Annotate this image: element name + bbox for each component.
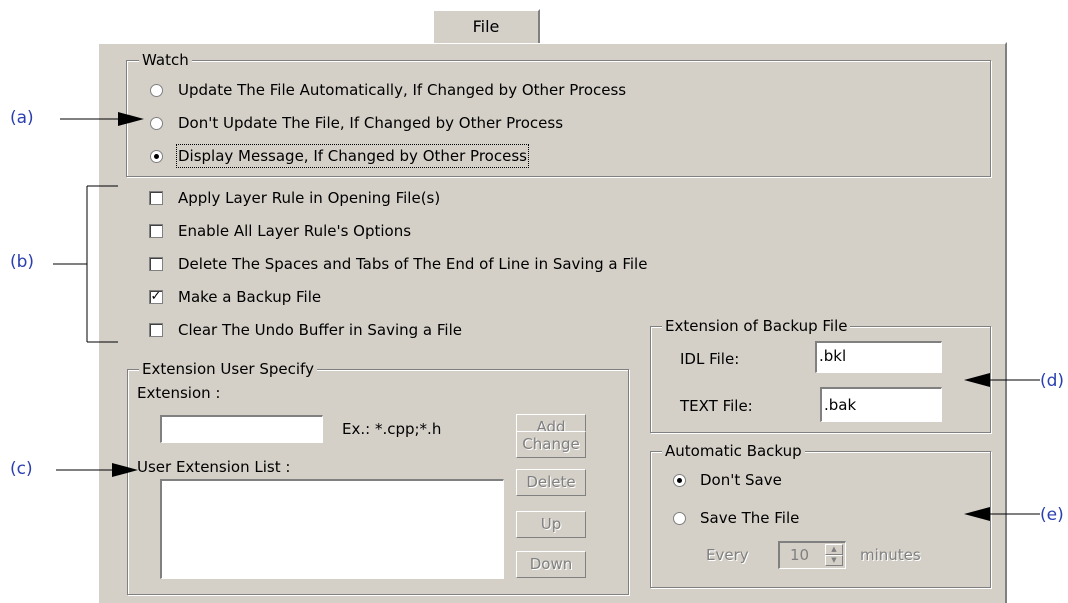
spin-down-icon[interactable]: ▼ — [825, 555, 843, 566]
clear-undo-buffer-label[interactable]: Clear The Undo Buffer in Saving a File — [178, 320, 462, 340]
dont-save-label[interactable]: Don't Save — [700, 470, 782, 490]
text-file-label: TEXT File: — [680, 397, 753, 415]
text-file-input[interactable]: .bak — [820, 387, 942, 422]
watch-option-update-radio[interactable] — [150, 84, 163, 97]
minutes-label: minutes — [860, 546, 921, 564]
tab-file[interactable]: File — [432, 9, 540, 43]
extension-example: Ex.: *.cpp;*.h — [342, 420, 442, 438]
enable-layer-options-label[interactable]: Enable All Layer Rule's Options — [178, 221, 411, 241]
watch-option-display-message-radio[interactable] — [150, 150, 163, 163]
idl-file-label: IDL File: — [680, 350, 740, 368]
save-the-file-label[interactable]: Save The File — [700, 508, 799, 528]
radio-selected-dot — [677, 478, 682, 483]
user-extension-list[interactable] — [160, 479, 504, 579]
callout-a: (a) — [10, 108, 34, 128]
up-button[interactable]: Up — [516, 511, 586, 538]
every-label: Every — [706, 546, 749, 564]
automatic-backup-group-title: Automatic Backup — [662, 442, 805, 460]
callout-e: (e) — [1040, 505, 1064, 525]
extension-input[interactable] — [160, 415, 323, 443]
delete-button[interactable]: Delete — [516, 469, 586, 496]
idl-file-input[interactable]: .bkl — [815, 341, 942, 373]
backup-extension-group-title: Extension of Backup File — [662, 317, 851, 335]
minutes-value: 10 — [790, 546, 810, 564]
watch-option-dont-update-label[interactable]: Don't Update The File, If Changed by Oth… — [178, 113, 563, 133]
watch-option-dont-update-radio[interactable] — [150, 117, 163, 130]
spin-up-icon[interactable]: ▲ — [825, 544, 843, 555]
dont-save-radio[interactable] — [673, 474, 686, 487]
watch-group-title: Watch — [139, 51, 192, 69]
callout-c: (c) — [10, 459, 33, 479]
make-backup-label[interactable]: Make a Backup File — [178, 287, 321, 307]
delete-spaces-tabs-checkbox[interactable] — [149, 257, 163, 271]
apply-layer-rule-checkbox[interactable] — [149, 191, 163, 205]
apply-layer-rule-label[interactable]: Apply Layer Rule in Opening File(s) — [178, 188, 440, 208]
change-button[interactable]: Change — [516, 431, 586, 458]
watch-option-display-message-label[interactable]: Display Message, If Changed by Other Pro… — [176, 144, 529, 168]
extension-user-group-title: Extension User Specify — [139, 360, 317, 378]
enable-layer-options-checkbox[interactable] — [149, 224, 163, 238]
extension-label: Extension : — [137, 384, 221, 402]
clear-undo-buffer-checkbox[interactable] — [149, 323, 163, 337]
watch-option-update-label[interactable]: Update The File Automatically, If Change… — [178, 80, 626, 100]
radio-selected-dot — [154, 154, 159, 159]
callout-d: (d) — [1040, 371, 1065, 391]
user-extension-list-label: User Extension List : — [137, 458, 291, 476]
callout-b: (b) — [10, 252, 35, 272]
save-the-file-radio[interactable] — [673, 512, 686, 525]
minutes-spinbox[interactable]: 10 ▲ ▼ — [778, 541, 846, 569]
make-backup-checkbox[interactable]: ✓ — [149, 290, 163, 304]
delete-spaces-tabs-label[interactable]: Delete The Spaces and Tabs of The End of… — [178, 254, 647, 274]
down-button[interactable]: Down — [516, 551, 586, 578]
